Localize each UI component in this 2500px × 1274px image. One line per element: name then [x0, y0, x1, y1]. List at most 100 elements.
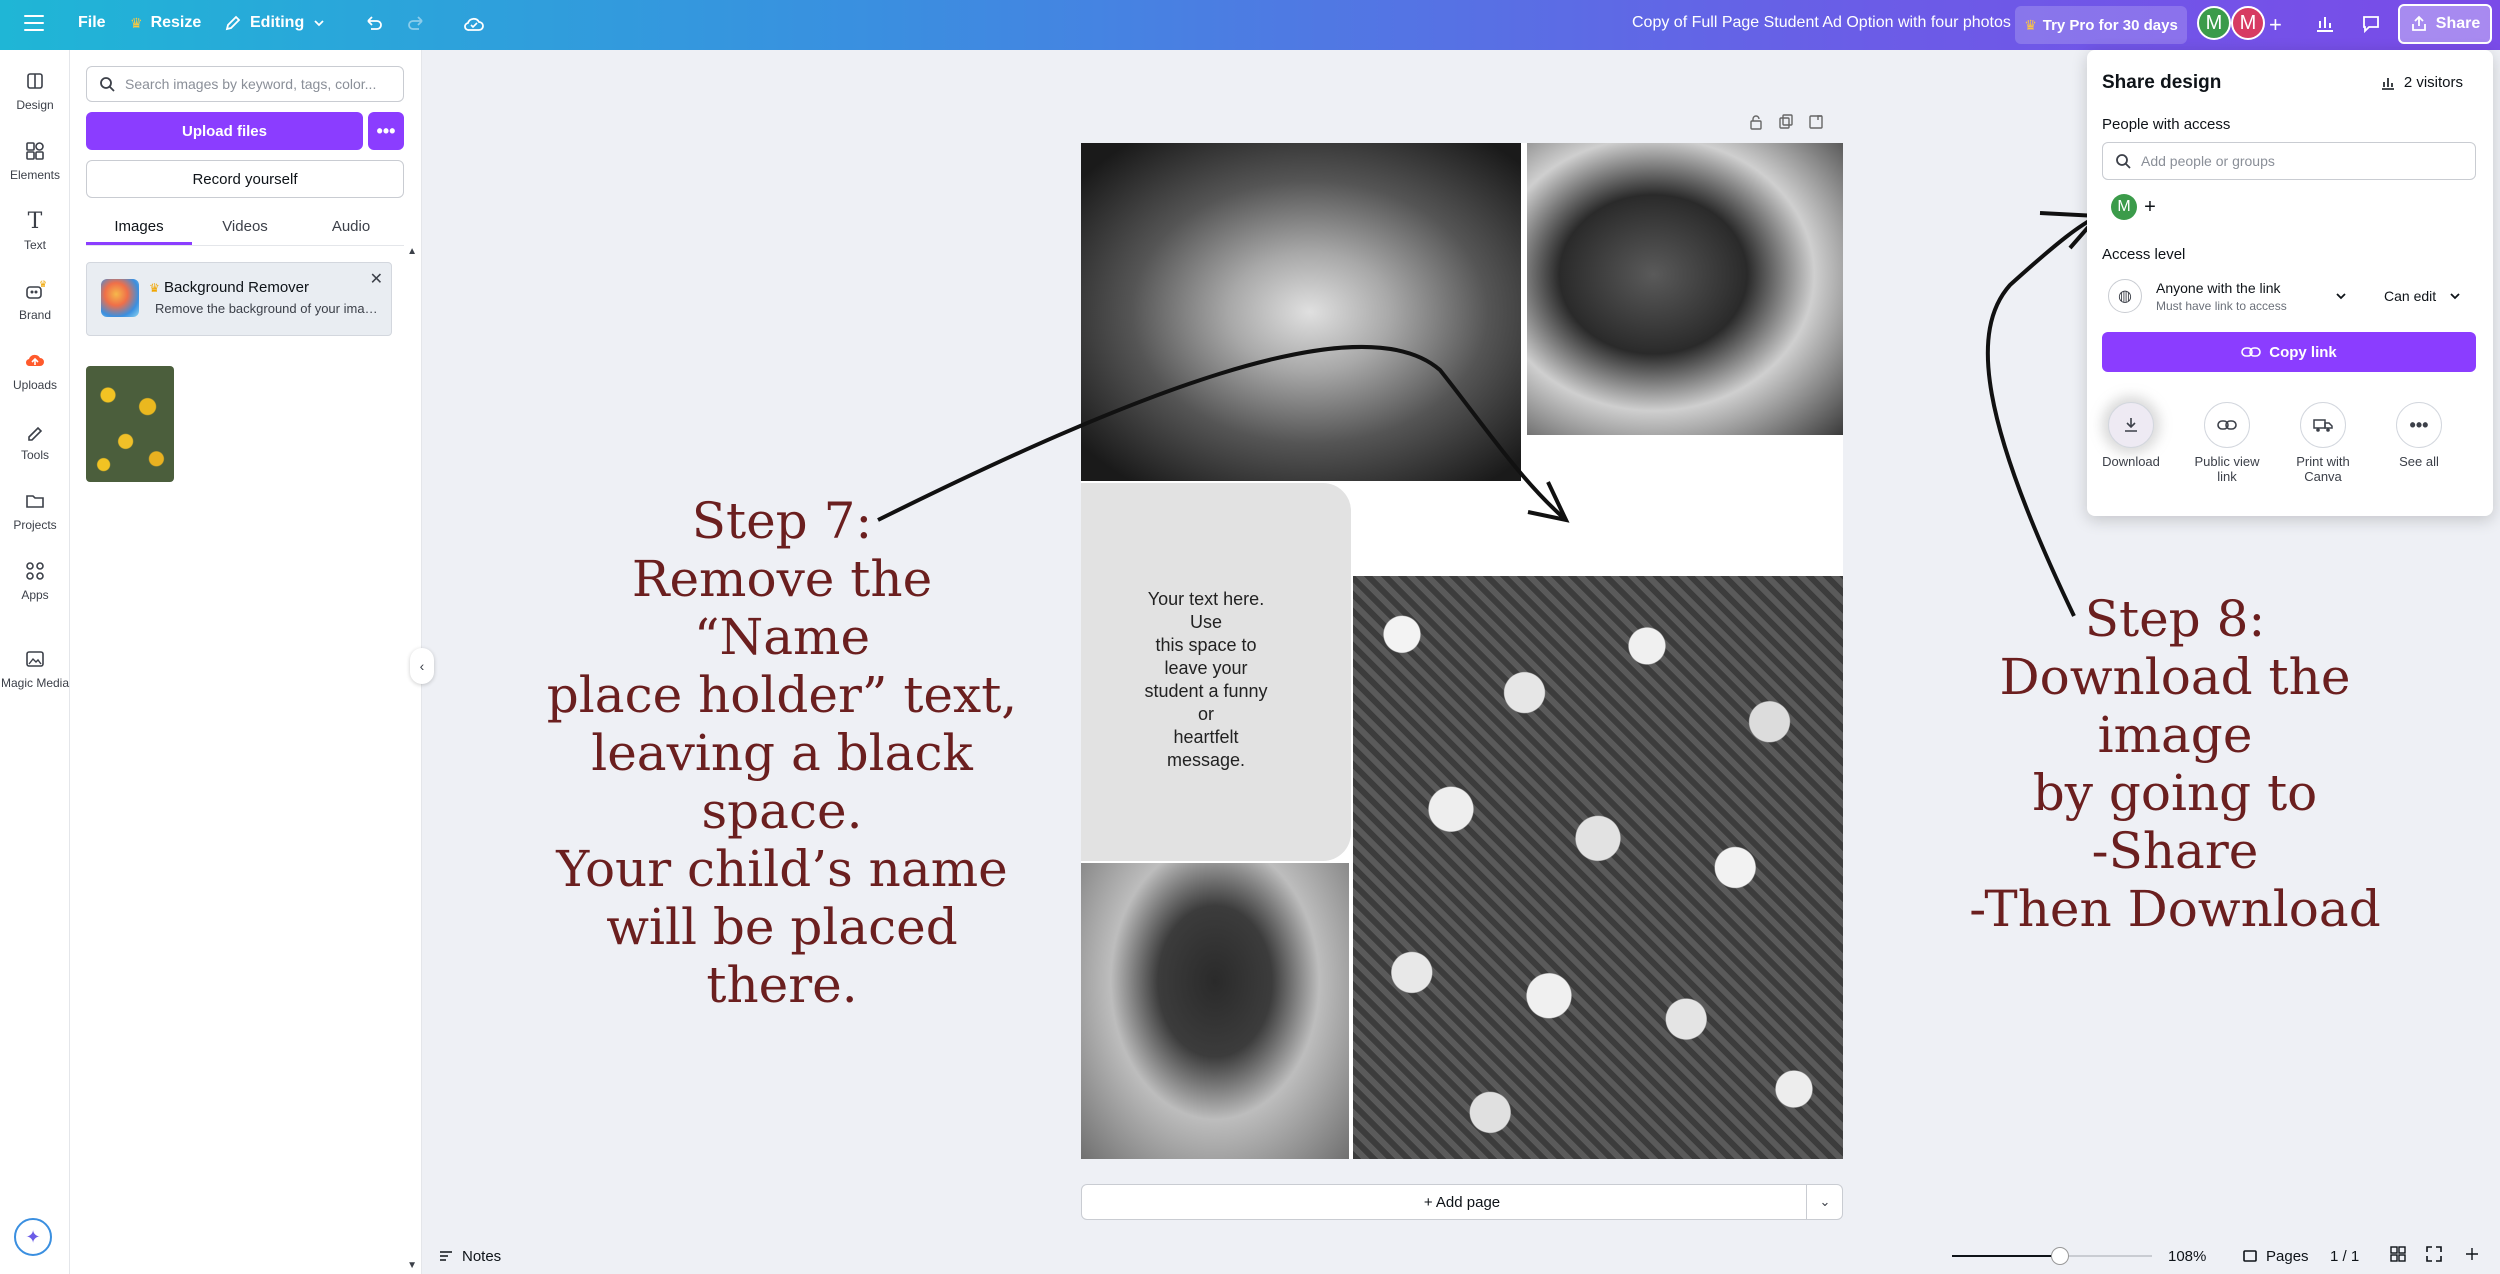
rail-tools[interactable]: Tools — [0, 420, 70, 462]
public-view-link-action[interactable]: Public view link — [2183, 402, 2271, 484]
see-all-action[interactable]: ••• See all — [2375, 402, 2463, 469]
editing-mode-button[interactable]: Editing — [224, 14, 326, 32]
rail-label: Brand — [18, 308, 52, 322]
fullscreen-icon[interactable] — [2426, 1246, 2442, 1266]
pages-label: Pages — [2266, 1247, 2309, 1265]
try-pro-button[interactable]: ♛ Try Pro for 30 days — [2015, 6, 2187, 44]
apps-icon — [24, 560, 46, 582]
add-people-input[interactable]: Add people or groups — [2102, 142, 2476, 180]
crown-icon: ♛ — [130, 14, 143, 31]
rail-brand[interactable]: ♛ Brand — [0, 280, 70, 322]
lock-icon[interactable] — [1748, 114, 1764, 134]
magic-sparkle-icon[interactable]: ✦ — [14, 1218, 52, 1256]
rail-apps[interactable]: Apps — [0, 560, 70, 602]
rail-design[interactable]: Design — [0, 70, 70, 112]
notes-button[interactable]: Notes — [438, 1248, 501, 1265]
avatar[interactable]: M — [2231, 6, 2265, 40]
close-icon[interactable]: ✕ — [370, 269, 383, 289]
redo-icon[interactable] — [406, 13, 428, 35]
upload-files-button[interactable]: Upload files — [86, 112, 363, 150]
rail-label: Apps — [21, 588, 49, 602]
download-icon — [2108, 402, 2154, 448]
rail-projects[interactable]: Projects — [0, 490, 70, 532]
step7-annotation: Step 7: Remove the “Name place holder” t… — [546, 492, 1018, 1014]
people-with-access-label: People with access — [2102, 116, 2231, 133]
more-icon: ••• — [2396, 402, 2442, 448]
add-page-icon[interactable] — [1808, 114, 1824, 134]
rail-uploads[interactable]: Uploads — [0, 350, 70, 392]
hamburger-icon[interactable] — [24, 14, 44, 32]
cloud-upload-icon — [24, 350, 46, 372]
add-collaborator-icon[interactable]: + — [2269, 12, 2282, 38]
chevron-down-icon[interactable] — [2334, 289, 2348, 303]
avatar[interactable]: M — [2111, 194, 2137, 220]
message-text[interactable]: Your text here. Use this space to leave … — [1136, 588, 1276, 772]
add-person-icon[interactable]: + — [2139, 196, 2161, 218]
permission-dropdown[interactable]: Can edit — [2384, 288, 2462, 304]
tab-images[interactable]: Images — [86, 210, 192, 245]
page-count[interactable]: 1 / 1 — [2330, 1248, 2359, 1265]
tab-audio[interactable]: Audio — [298, 210, 404, 245]
add-page-button[interactable]: + Add page — [1081, 1184, 1843, 1220]
chevron-down-icon — [2450, 293, 2460, 300]
search-input[interactable]: Search images by keyword, tags, color... — [86, 66, 404, 102]
rail-elements[interactable]: Elements — [0, 140, 70, 182]
design-page[interactable]: Your text here. Use this space to leave … — [1081, 143, 1843, 1159]
share-button[interactable]: Share — [2398, 4, 2492, 44]
access-option[interactable]: Anyone with the link Must have link to a… — [2156, 280, 2326, 313]
chevron-down-icon[interactable]: ⌄ — [1806, 1184, 1843, 1220]
try-pro-label: Try Pro for 30 days — [2042, 16, 2178, 34]
file-menu[interactable]: File — [78, 14, 106, 32]
photo-band-girl[interactable] — [1081, 143, 1521, 481]
photo-band-boy-tuba[interactable] — [1527, 143, 1843, 435]
background-remover-thumbnail — [101, 279, 139, 317]
photo-flowers[interactable] — [1353, 576, 1843, 1159]
avatar[interactable]: M — [2197, 6, 2231, 40]
rail-text[interactable]: T Text — [0, 209, 70, 253]
crown-icon: ♛ — [149, 281, 160, 295]
more-options-icon[interactable]: ••• — [368, 112, 404, 150]
rail-label: Projects — [13, 518, 57, 532]
step8-annotation: Step 8: Download the image by going to -… — [1969, 590, 2381, 938]
undo-icon[interactable] — [362, 13, 384, 35]
background-remover-description: Remove the background of your imag... — [155, 301, 381, 316]
pencil-icon — [225, 15, 241, 31]
photo-band-boy-trumpet[interactable] — [1081, 863, 1349, 1159]
zoom-slider-handle[interactable] — [2051, 1247, 2069, 1265]
comment-icon[interactable] — [2360, 12, 2382, 34]
help-icon[interactable] — [2464, 1246, 2480, 1266]
cloud-saved-icon[interactable] — [462, 13, 486, 35]
access-level-row[interactable]: ◍ Anyone with the link Must have link to… — [2102, 272, 2476, 320]
grid-view-icon[interactable] — [2390, 1246, 2406, 1266]
analytics-icon[interactable] — [2314, 12, 2336, 34]
svg-text:♛: ♛ — [39, 280, 46, 289]
resize-button[interactable]: ♛ Resize — [130, 14, 201, 32]
search-icon — [2116, 154, 2131, 169]
duplicate-page-icon[interactable] — [1778, 114, 1794, 134]
rail-magic-media[interactable]: Magic Media — [0, 648, 70, 690]
scroll-down-icon[interactable]: ▼ — [407, 1260, 417, 1271]
scroll-up-icon[interactable]: ▲ — [407, 246, 417, 257]
zoom-level[interactable]: 108% — [2168, 1248, 2206, 1265]
tab-videos[interactable]: Videos — [192, 210, 298, 245]
zoom-slider-fill — [1952, 1255, 2060, 1257]
visitors-count[interactable]: 2 visitors — [2380, 74, 2463, 91]
visitors-label: 2 visitors — [2403, 74, 2463, 91]
record-yourself-button[interactable]: Record yourself — [86, 160, 404, 198]
rail-label: Magic Media — [0, 676, 70, 690]
bgr-title-text: Background Remover — [163, 279, 310, 296]
copy-link-button[interactable]: Copy link — [2102, 332, 2476, 372]
zoom-slider[interactable] — [1952, 1247, 2152, 1265]
uploaded-image-thumbnail[interactable] — [86, 366, 174, 482]
avatar-initial: M — [2239, 11, 2257, 34]
share-popover: Share design 2 visitors People with acce… — [2087, 50, 2493, 516]
pages-button[interactable]: Pages — [2242, 1248, 2309, 1265]
access-option-sub: Must have link to access — [2156, 298, 2287, 313]
collapse-panel-icon[interactable]: ‹ — [410, 648, 434, 684]
document-title[interactable]: Copy of Full Page Student Ad Option with… — [1632, 14, 2011, 32]
background-remover-card[interactable]: ♛ Background Remover Remove the backgrou… — [86, 262, 392, 336]
background-remover-title: ♛ Background Remover — [149, 279, 309, 296]
download-action[interactable]: Download — [2087, 402, 2175, 469]
elements-icon — [24, 140, 46, 162]
print-with-canva-action[interactable]: Print with Canva — [2279, 402, 2367, 484]
